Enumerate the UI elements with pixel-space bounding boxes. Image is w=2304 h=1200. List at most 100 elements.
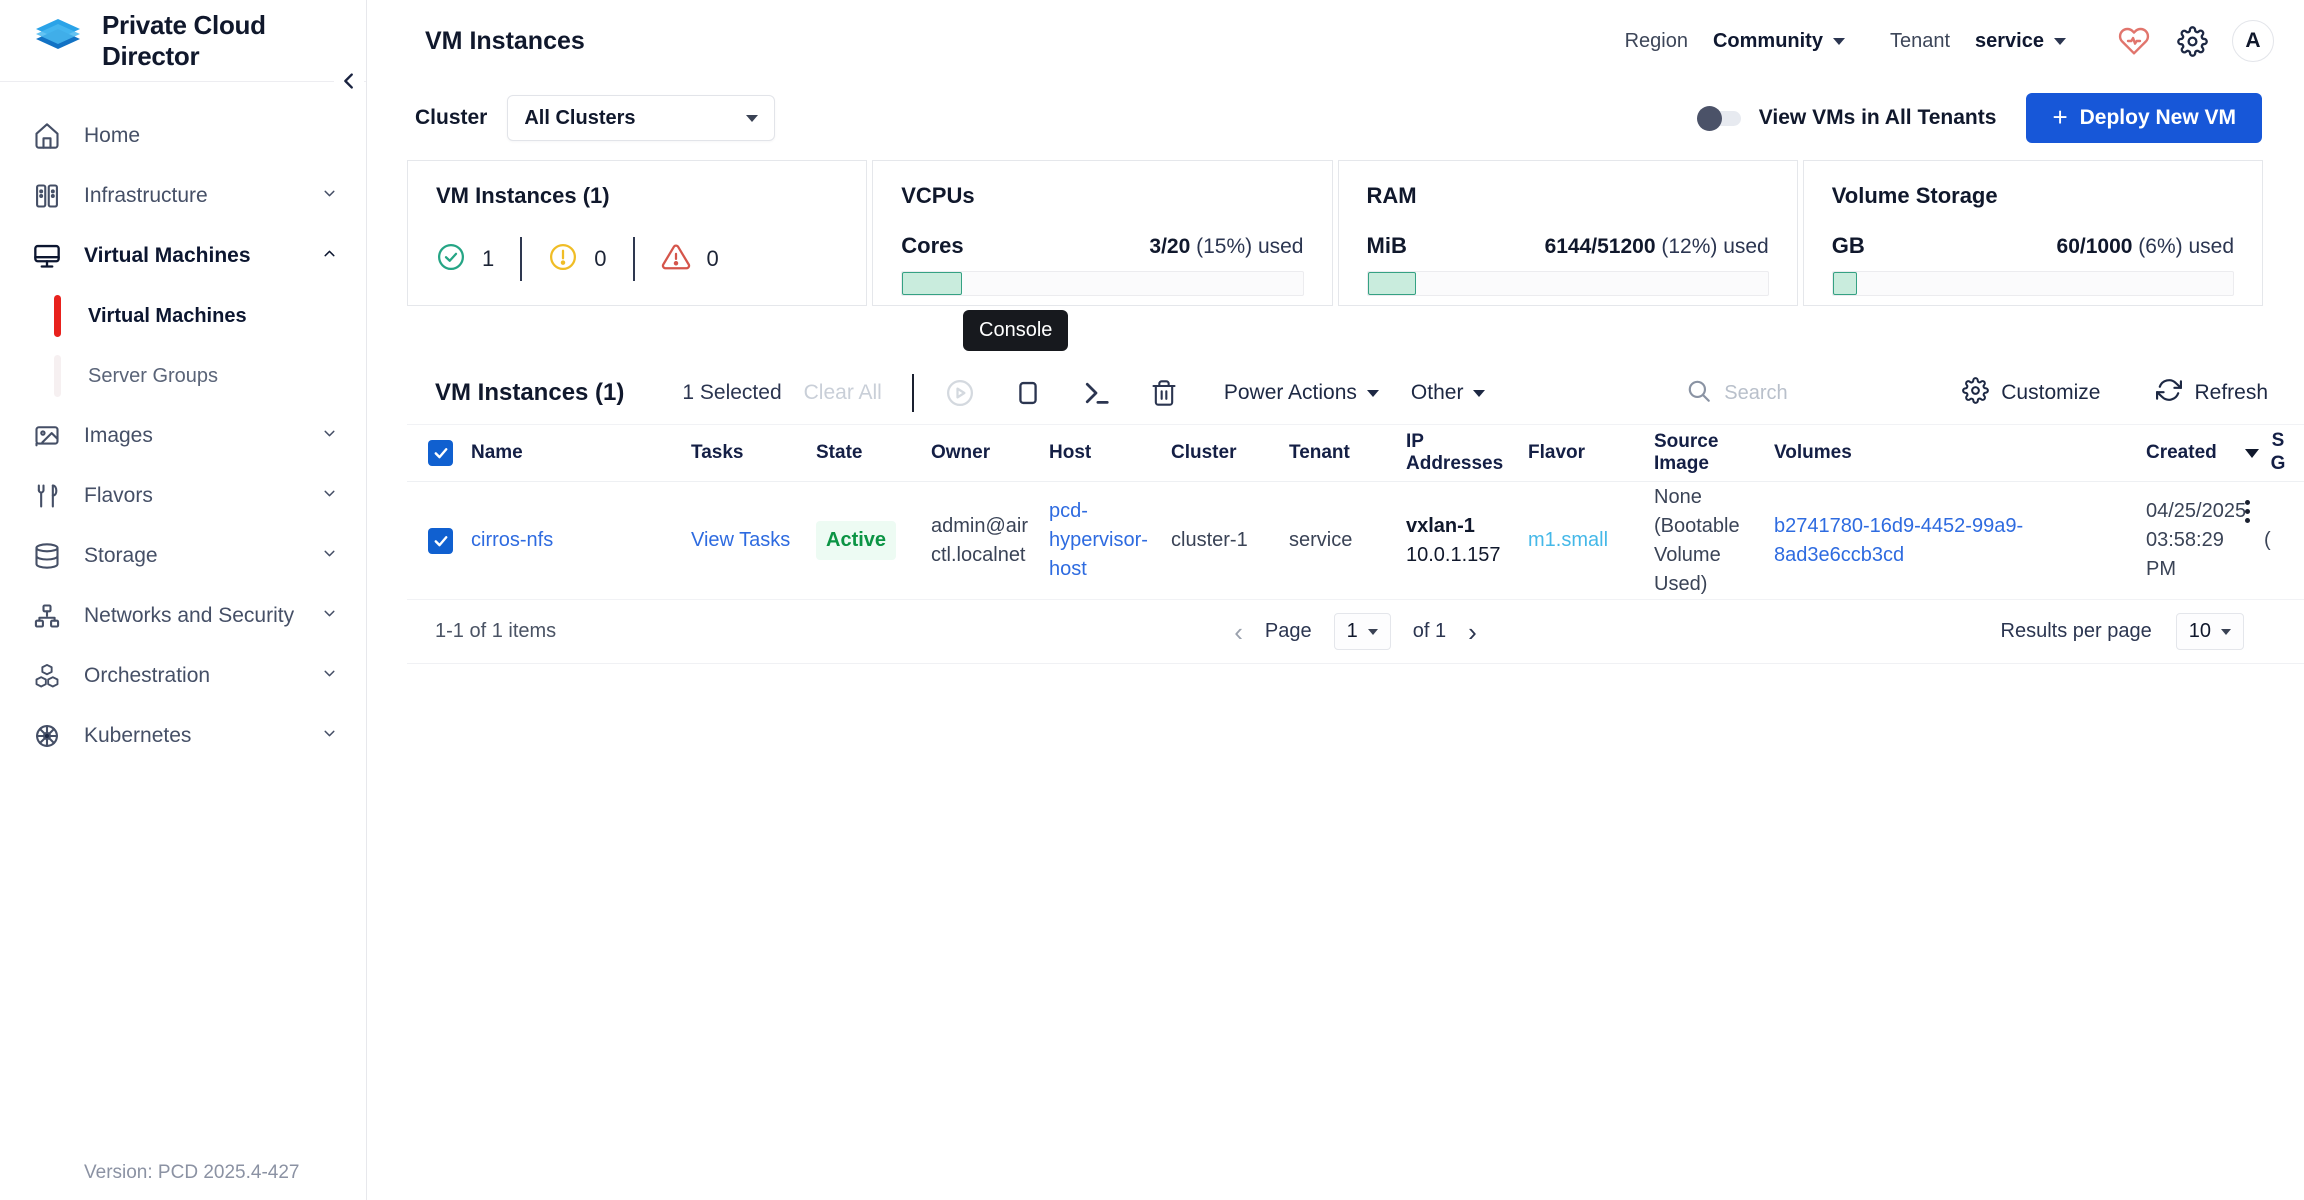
column-header-clipped: S G	[2258, 430, 2304, 476]
region-select[interactable]: Community	[1713, 30, 1845, 53]
customize-label: Customize	[2001, 381, 2100, 405]
sidebar-item-kubernetes[interactable]: Kubernetes	[0, 706, 366, 766]
sidebar-subitem-virtual-machines[interactable]: Virtual Machines	[0, 286, 366, 346]
select-all-checkbox[interactable]	[428, 440, 453, 466]
state-badge: Active	[816, 521, 896, 560]
usage-fraction: 3/20	[1149, 235, 1190, 258]
usage-percent: (12%) used	[1656, 235, 1769, 258]
check-circle-icon	[436, 242, 466, 277]
power-actions-label: Power Actions	[1224, 381, 1357, 405]
vm-name-link[interactable]: cirros-nfs	[471, 529, 553, 551]
column-header-owner: Owner	[925, 442, 1043, 464]
clear-all-button[interactable]: Clear All	[804, 381, 882, 405]
column-header-flavor: Flavor	[1522, 442, 1648, 464]
view-tasks-link[interactable]: View Tasks	[691, 529, 790, 551]
chevron-down-icon	[321, 484, 338, 508]
summary-cards: VM Instances (1) 1 0	[407, 160, 2263, 306]
customize-gear-icon	[1962, 377, 1989, 410]
sidebar-item-label: Kubernetes	[84, 724, 191, 748]
search-input[interactable]	[1724, 382, 1894, 405]
caret-down-icon	[1368, 629, 1378, 635]
sidebar: Private Cloud Director Home Infrastructu…	[0, 0, 367, 1200]
row-checkbox[interactable]	[428, 528, 453, 554]
next-page-icon[interactable]: ›	[1468, 619, 1477, 645]
other-dropdown[interactable]: Other	[1411, 381, 1486, 405]
page-number-select[interactable]: 1	[1334, 613, 1391, 650]
caret-down-icon	[1833, 38, 1845, 45]
delete-trash-icon[interactable]	[1148, 377, 1180, 409]
sidebar-collapse-icon[interactable]	[334, 64, 364, 98]
sidebar-item-infrastructure[interactable]: Infrastructure	[0, 166, 366, 226]
tenant-select[interactable]: service	[1975, 30, 2066, 53]
rail-track	[54, 355, 61, 397]
metric-row: MiB 6144/51200 (12%) used	[1367, 233, 1769, 259]
previous-page-icon[interactable]: ‹	[1234, 619, 1243, 645]
vcpus-progress-fill	[902, 272, 962, 295]
search-box	[1686, 378, 1894, 409]
console-icon[interactable]	[1080, 377, 1112, 409]
search-icon	[1686, 378, 1712, 409]
tenant-select-value: service	[1975, 30, 2044, 53]
ip-address: 10.0.1.157	[1406, 541, 1510, 570]
volume-link[interactable]: b2741780-16d9-4452-99a9-8ad3e6ccb3cd	[1774, 515, 2023, 566]
page-label: Page	[1265, 620, 1312, 643]
infrastructure-icon	[32, 181, 62, 211]
error-count-group: 0	[661, 242, 719, 277]
power-actions-dropdown[interactable]: Power Actions	[1224, 381, 1379, 405]
storage-icon	[32, 541, 62, 571]
customize-button[interactable]: Customize	[1962, 377, 2100, 410]
divider	[633, 237, 635, 281]
user-avatar[interactable]: A	[2232, 20, 2274, 62]
chevron-down-icon	[321, 424, 338, 448]
page-number-value: 1	[1347, 620, 1358, 643]
toggle-knob	[1697, 106, 1722, 131]
app-window: Private Cloud Director Home Infrastructu…	[0, 0, 2304, 1200]
health-heart-icon[interactable]	[2116, 23, 2152, 59]
sidebar-item-images[interactable]: Images	[0, 406, 366, 466]
created-time: 03:58:29 PM	[2146, 526, 2246, 584]
chevron-up-icon	[321, 244, 338, 268]
usage-fraction: 60/1000	[2057, 235, 2133, 258]
ip-network-name: vxlan-1	[1406, 512, 1510, 541]
sidebar-item-virtual-machines[interactable]: Virtual Machines	[0, 226, 366, 286]
cluster-select[interactable]: All Clusters	[507, 95, 775, 141]
host-link[interactable]: pcd-hypervisor-host	[1049, 500, 1148, 580]
usage-text: 3/20 (15%) used	[1149, 235, 1303, 259]
row-checkbox-cell	[407, 528, 465, 554]
sidebar-item-flavors[interactable]: Flavors	[0, 466, 366, 526]
refresh-button[interactable]: Refresh	[2156, 377, 2268, 409]
column-header-created[interactable]: Created	[2140, 442, 2258, 464]
flavor-link[interactable]: m1.small	[1528, 529, 1608, 551]
caret-down-icon	[1473, 390, 1485, 397]
column-header-ip-addresses: IP Addresses	[1400, 431, 1522, 475]
vcpus-progress-track	[901, 271, 1303, 296]
created-label: Created	[2146, 442, 2217, 464]
ok-count: 1	[482, 246, 494, 272]
sidebar-item-home[interactable]: Home	[0, 106, 366, 166]
metric-row: Cores 3/20 (15%) used	[901, 233, 1303, 259]
table-row: cirros-nfs View Tasks Active admin@airct…	[407, 482, 2304, 600]
stop-icon[interactable]	[1012, 377, 1044, 409]
sidebar-item-label: Storage	[84, 544, 158, 568]
power-on-icon[interactable]	[944, 377, 976, 409]
caret-down-icon	[2054, 38, 2066, 45]
row-actions-kebab-icon[interactable]	[2241, 496, 2254, 527]
results-per-page-select[interactable]: 10	[2176, 613, 2244, 650]
usage-percent: (15%) used	[1190, 235, 1303, 258]
sidebar-item-orchestration[interactable]: Orchestration	[0, 646, 366, 706]
sidebar-item-storage[interactable]: Storage	[0, 526, 366, 586]
filter-bar: Cluster All Clusters View VMs in All Ten…	[367, 82, 2304, 154]
deploy-new-vm-label: Deploy New VM	[2080, 106, 2236, 130]
view-all-tenants-toggle[interactable]	[1697, 111, 1741, 126]
card-title: VM Instances (1)	[436, 183, 838, 209]
of-pages-text: of 1	[1413, 620, 1446, 643]
deploy-new-vm-button[interactable]: + Deploy New VM	[2026, 93, 2262, 143]
sort-descending-icon[interactable]	[2245, 449, 2259, 458]
console-tooltip: Console	[963, 310, 1068, 351]
region-label: Region	[1625, 30, 1688, 53]
sidebar-item-label: Orchestration	[84, 664, 210, 688]
sidebar-subitem-server-groups[interactable]: Server Groups	[0, 346, 366, 406]
settings-gear-icon[interactable]	[2174, 23, 2210, 59]
sidebar-item-networks-and-security[interactable]: Networks and Security	[0, 586, 366, 646]
card-title: RAM	[1367, 183, 1769, 209]
